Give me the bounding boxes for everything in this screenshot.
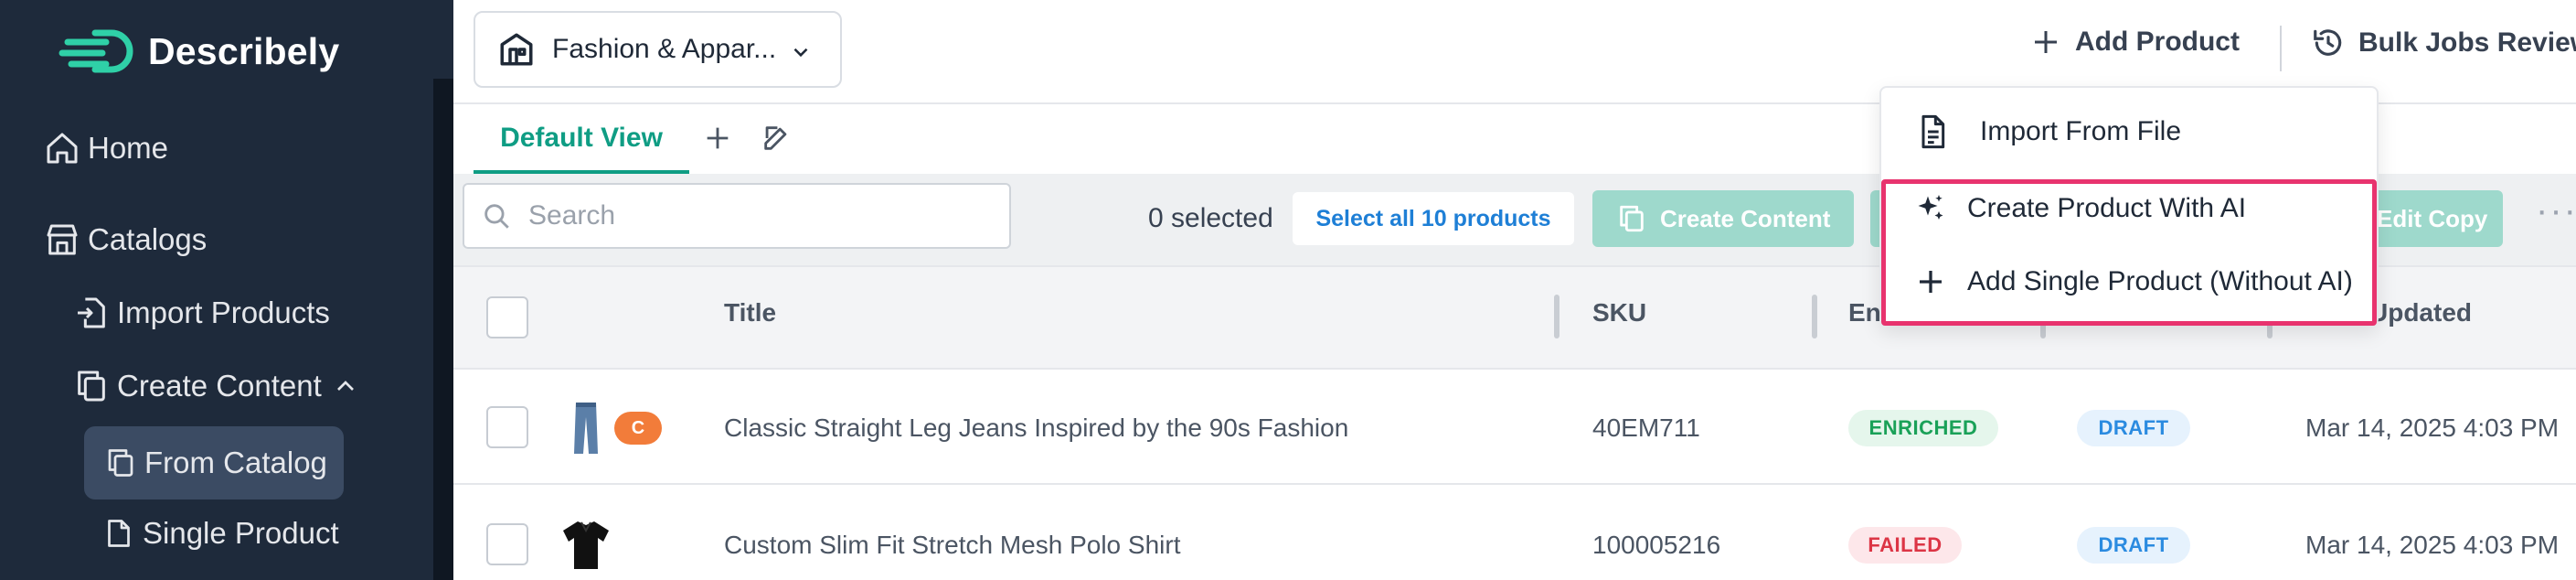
import-icon bbox=[78, 297, 105, 328]
sidebar-item-catalogs[interactable]: Catalogs bbox=[44, 221, 207, 258]
chevron-down-icon bbox=[793, 48, 808, 58]
create-content-button[interactable]: Create Content bbox=[1592, 190, 1854, 247]
add-product-button[interactable]: Add Product bbox=[2029, 26, 2240, 59]
copy-icon bbox=[78, 371, 105, 402]
home-icon bbox=[47, 133, 78, 164]
edit-copy-label: Edit Copy bbox=[2377, 205, 2488, 232]
column-resize-handle[interactable] bbox=[1812, 295, 1817, 338]
add-product-label: Add Product bbox=[2075, 27, 2240, 57]
bulk-jobs-label: Bulk Jobs Review bbox=[2358, 27, 2576, 58]
product-thumbnail-jeans bbox=[574, 403, 598, 454]
sparkles-icon bbox=[1914, 192, 1947, 225]
bulk-jobs-review-button[interactable]: Bulk Jobs Review bbox=[2311, 26, 2576, 60]
create-content-label: Create Content bbox=[1660, 204, 1831, 232]
content-badge: C bbox=[614, 412, 662, 445]
cell-sku: 40EM711 bbox=[1592, 414, 1700, 442]
building-icon bbox=[500, 33, 533, 66]
column-header-updated[interactable]: Updated bbox=[2369, 298, 2472, 328]
edit-copy-button[interactable]: Edit Copy bbox=[2364, 190, 2503, 247]
sidebar-item-import-products[interactable]: Import Products bbox=[73, 295, 330, 331]
app-name: Describely bbox=[148, 29, 340, 72]
logo-icon bbox=[59, 29, 133, 73]
plus-icon bbox=[707, 127, 729, 149]
header-divider bbox=[2280, 26, 2282, 71]
edit-icon bbox=[764, 126, 787, 150]
cell-title[interactable]: Classic Straight Leg Jeans Inspired by t… bbox=[724, 414, 1348, 443]
menu-item-label: Create Product With AI bbox=[1967, 193, 2247, 223]
tab-default-view[interactable]: Default View bbox=[474, 117, 689, 174]
state-badge: DRAFT bbox=[2077, 410, 2190, 446]
row-checkbox[interactable] bbox=[486, 523, 528, 565]
cell-title[interactable]: Custom Slim Fit Stretch Mesh Polo Shirt bbox=[724, 531, 1180, 560]
edit-view-button[interactable] bbox=[761, 123, 792, 158]
search-icon bbox=[484, 204, 509, 229]
sidebar-item-label: From Catalog bbox=[144, 446, 327, 479]
status-badge: FAILED bbox=[1848, 527, 1962, 564]
status-badge: ENRICHED bbox=[1848, 410, 1998, 446]
plus-icon bbox=[1914, 265, 1947, 298]
app-logo[interactable]: Describely bbox=[59, 24, 339, 79]
column-resize-handle[interactable] bbox=[1554, 295, 1559, 338]
copy-icon bbox=[1620, 205, 1644, 232]
cell-updated: Mar 14, 2025 4:03 PM bbox=[2305, 531, 2560, 559]
sidebar-edge bbox=[433, 0, 453, 79]
file-icon bbox=[108, 520, 130, 547]
search-box[interactable] bbox=[463, 183, 1011, 249]
sidebar-item-label: Single Product bbox=[143, 516, 339, 550]
search-input[interactable] bbox=[528, 200, 967, 231]
sidebar-item-label: Home bbox=[88, 131, 169, 165]
menu-item-create-product-with-ai[interactable]: Create Product With AI bbox=[1914, 192, 2246, 225]
menu-item-add-single-product[interactable]: Add Single Product (Without AI) bbox=[1914, 265, 2353, 298]
file-text-icon bbox=[1914, 113, 1951, 150]
store-selector[interactable]: Fashion & Appar... bbox=[474, 11, 842, 88]
chevron-up-icon bbox=[336, 381, 354, 391]
cell-updated: Mar 14, 2025 4:03 PM bbox=[2305, 414, 2560, 442]
state-badge: DRAFT bbox=[2077, 527, 2190, 564]
sidebar-item-label: Catalogs bbox=[88, 222, 208, 256]
sidebar-item-from-catalog[interactable]: From Catalog bbox=[84, 426, 344, 499]
menu-item-import-from-file[interactable]: Import From File bbox=[1914, 113, 2181, 150]
menu-item-label: Add Single Product (Without AI) bbox=[1967, 266, 2353, 296]
add-view-button[interactable] bbox=[702, 123, 733, 158]
row-checkbox[interactable] bbox=[486, 406, 528, 448]
cell-sku: 100005216 bbox=[1592, 531, 1721, 559]
product-thumbnail-polo bbox=[563, 521, 609, 569]
select-all-checkbox[interactable] bbox=[486, 296, 528, 338]
plus-icon bbox=[2035, 31, 2057, 53]
history-icon bbox=[2314, 29, 2342, 56]
column-header-enrichment[interactable]: En bbox=[1848, 298, 1881, 328]
column-header-sku[interactable]: SKU bbox=[1592, 298, 1646, 328]
sidebar-scrollbar[interactable] bbox=[433, 79, 453, 580]
selected-count: 0 selected bbox=[1148, 203, 1273, 233]
more-options-icon[interactable]: ··· bbox=[2536, 192, 2576, 229]
store-icon bbox=[47, 224, 78, 255]
sidebar-item-create-content[interactable]: Create Content bbox=[73, 368, 367, 404]
column-header-title[interactable]: Title bbox=[724, 298, 776, 328]
sidebar-item-home[interactable]: Home bbox=[44, 130, 168, 166]
menu-item-label: Import From File bbox=[1980, 116, 2182, 146]
sidebar-item-label: Import Products bbox=[117, 295, 330, 329]
sidebar-item-label: Create Content bbox=[117, 369, 322, 403]
store-selector-label: Fashion & Appar... bbox=[552, 34, 777, 64]
select-all-button[interactable]: Select all 10 products bbox=[1293, 192, 1574, 245]
sidebar-item-single-product[interactable]: Single Product bbox=[102, 516, 339, 551]
copy-icon bbox=[108, 449, 133, 477]
